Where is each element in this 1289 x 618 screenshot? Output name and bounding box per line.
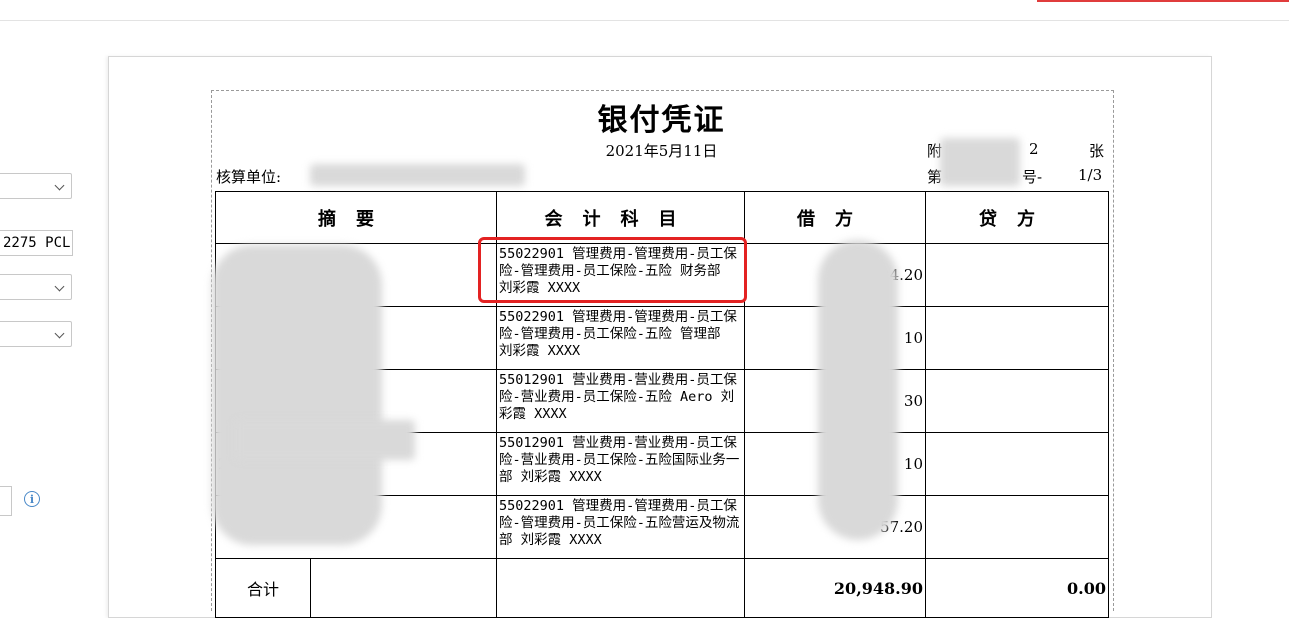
total-row: 合计 20,948.90 0.00 [215,558,1109,618]
voucher-title: 银付凭证 [597,103,726,138]
row-credit [925,243,1109,307]
info-icon[interactable]: i [24,491,40,507]
chevron-down-icon [54,328,65,339]
top-bar [0,0,1289,21]
filter-select-1[interactable] [0,173,72,199]
header-debit: 借方 [744,191,926,244]
table-header-row: 摘要 会计科目 借方 贷方 [215,191,1109,244]
total-credit: 0.00 [925,558,1109,618]
attach-count: 2 [1029,140,1039,158]
redacted-debit [818,240,898,540]
redacted-number [940,138,1020,186]
total-account-cell [496,558,745,618]
row-credit [925,369,1109,433]
redacted-unit [310,164,525,186]
left-filter-panel: 2275 PCL i [0,20,100,600]
row-account: 55022901 管理费用-管理费用-员工保险-管理费用-员工保险-五险营运及物… [496,495,745,559]
row-account: 55022901 管理费用-管理费用-员工保险-管理费用-员工保险-五险 管理部… [496,306,745,370]
row-account: 55012901 营业费用-营业费用-员工保险-营业费用-员工保险-五险国际业务… [496,432,745,496]
top-red-line [1037,0,1289,2]
row-credit [925,432,1109,496]
filter-select-3[interactable] [0,321,72,347]
filter-input[interactable]: 2275 PCL [0,230,73,256]
page-fraction: 1/3 [1078,166,1103,184]
row-account: 55012901 营业费用-营业费用-员工保险-营业费用-员工保险-五险 Aer… [496,369,745,433]
total-debit: 20,948.90 [744,558,926,618]
row-credit [925,495,1109,559]
chevron-down-icon [54,180,65,191]
total-label: 合计 [217,559,311,617]
redacted-summary [212,245,382,545]
attach-unit: 张 [1089,142,1105,160]
filter-small-input[interactable] [0,486,12,516]
redacted-summary-2 [235,420,415,460]
row-credit [925,306,1109,370]
header-summary: 摘要 [215,191,497,244]
header-account: 会计科目 [496,191,745,244]
chevron-down-icon [54,281,65,292]
total-label-cell: 合计 [215,558,497,618]
number-suffix: 号- [1022,168,1043,186]
unit-label: 核算单位: [216,168,282,186]
filter-select-2[interactable] [0,274,72,300]
highlight-box [478,237,747,303]
header-credit: 贷方 [925,191,1109,244]
